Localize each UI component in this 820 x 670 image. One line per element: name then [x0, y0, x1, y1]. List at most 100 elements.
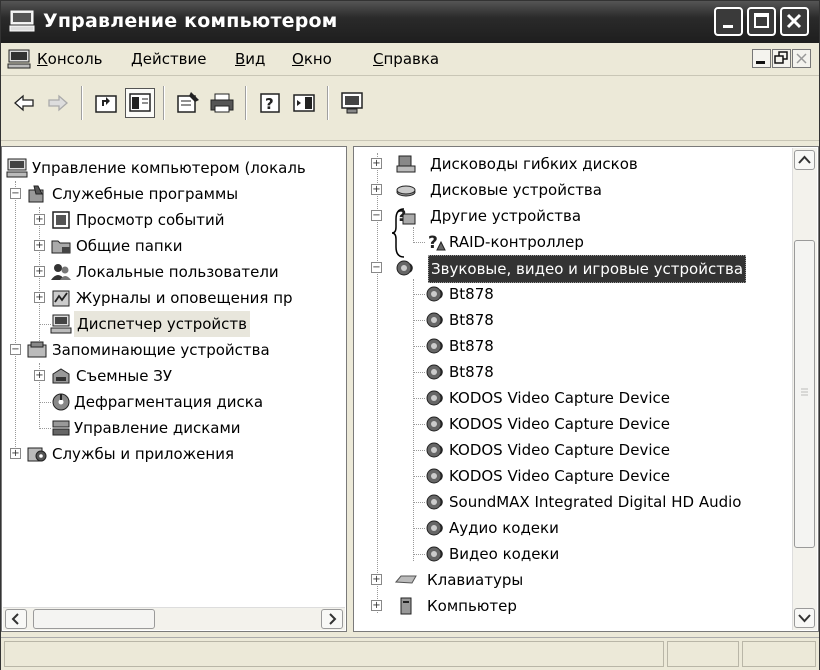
properties-icon	[177, 92, 199, 113]
scroll-down-button[interactable]	[794, 608, 815, 628]
toolbar-separator	[327, 86, 329, 120]
menu-action[interactable]: Действие	[131, 50, 207, 68]
arrow-down-icon	[798, 614, 811, 623]
left-horizontal-scrollbar[interactable]	[3, 607, 345, 630]
maximize-button[interactable]	[747, 7, 776, 36]
storage-icon	[27, 341, 47, 358]
expand-toggle[interactable]: +	[371, 158, 382, 169]
sound-icon	[426, 390, 443, 406]
arrow-right-icon	[329, 613, 337, 625]
scroll-left-button[interactable]	[5, 609, 27, 629]
svg-text:?: ?	[428, 233, 438, 252]
child-restore-button[interactable]	[772, 49, 791, 68]
sound-icon	[426, 468, 443, 484]
shared-folder-icon	[51, 240, 71, 254]
computer-icon	[6, 158, 28, 178]
right-vertical-scrollbar[interactable]	[792, 148, 817, 630]
minimize-icon	[723, 25, 733, 28]
child-close-button[interactable]	[792, 49, 811, 68]
scroll-up-button[interactable]	[794, 150, 815, 170]
forward-button[interactable]	[43, 88, 73, 118]
back-arrow-icon	[14, 94, 34, 112]
collapse-toggle[interactable]: −	[10, 344, 21, 355]
expand-toggle[interactable]: +	[371, 184, 382, 195]
help-icon: ?	[260, 93, 280, 113]
toolbar-separator	[245, 86, 247, 120]
close-button[interactable]	[780, 7, 809, 36]
monitor-icon	[341, 92, 363, 114]
properties-button[interactable]	[173, 88, 203, 118]
status-cell	[667, 641, 739, 667]
sound-icon	[426, 416, 443, 432]
back-button[interactable]	[9, 88, 39, 118]
sound-icon	[426, 312, 443, 328]
menu-bar: Консоль Действие Вид Окно Справка	[1, 43, 819, 76]
removable-storage-icon	[52, 368, 70, 384]
close-icon	[796, 53, 807, 64]
sound-icon	[426, 338, 443, 354]
expand-toggle[interactable]: +	[34, 266, 45, 277]
event-viewer-icon	[52, 211, 70, 229]
maximize-icon	[754, 13, 769, 28]
sound-icon	[426, 494, 443, 510]
expand-toggle[interactable]: +	[34, 292, 45, 303]
unknown-device-warning-icon: ?	[428, 233, 446, 252]
menu-help[interactable]: Справка	[373, 50, 439, 68]
grip-icon	[801, 388, 808, 396]
arrow-up-icon	[798, 155, 811, 164]
help-button[interactable]: ?	[255, 88, 285, 118]
floppy-icon	[396, 155, 416, 173]
application-window: Управление компьютером Консоль Действие …	[0, 0, 820, 670]
expand-toggle[interactable]: +	[34, 214, 45, 225]
close-icon	[786, 13, 802, 29]
action-pane-button[interactable]	[289, 88, 319, 118]
up-level-button[interactable]	[91, 88, 121, 118]
print-icon	[210, 93, 234, 113]
window-title: Управление компьютером	[43, 10, 338, 32]
show-hide-tree-button[interactable]	[125, 88, 155, 118]
expand-toggle[interactable]: +	[34, 240, 45, 251]
sound-icon	[426, 364, 443, 380]
menu-console[interactable]: Консоль	[37, 50, 103, 68]
computer-icon	[400, 597, 412, 615]
keyboard-icon	[395, 575, 417, 584]
services-icon	[27, 447, 47, 462]
logs-icon	[52, 290, 70, 307]
console-tree-pane[interactable]: Управление компьютером (локаль − Служебн…	[1, 146, 347, 632]
console-icon[interactable]	[7, 49, 31, 69]
disk-drive-icon	[396, 185, 416, 197]
expand-toggle[interactable]: +	[10, 448, 21, 459]
minimize-button[interactable]	[714, 7, 743, 36]
horizontal-scroll-thumb[interactable]	[33, 609, 155, 629]
restore-icon	[774, 51, 788, 64]
expand-toggle[interactable]: +	[371, 574, 382, 585]
expand-toggle[interactable]: +	[34, 370, 45, 381]
collapse-toggle[interactable]: −	[371, 210, 382, 221]
collapse-toggle[interactable]: −	[371, 262, 382, 273]
scan-hardware-button[interactable]	[337, 88, 367, 118]
collapse-toggle[interactable]: −	[10, 188, 21, 199]
details-pane[interactable]: + Дисководы гибких дисков + Дисковые уст…	[353, 146, 819, 632]
vertical-scroll-thumb[interactable]	[794, 240, 815, 548]
status-cell-main	[4, 641, 664, 667]
defrag-icon	[52, 393, 70, 411]
arrow-left-icon	[11, 613, 19, 625]
print-button[interactable]	[207, 88, 237, 118]
scroll-right-button[interactable]	[321, 609, 343, 629]
users-icon	[51, 264, 71, 280]
child-minimize-button[interactable]	[752, 49, 771, 68]
sound-icon	[426, 442, 443, 458]
menu-window[interactable]: Окно	[292, 50, 332, 68]
menu-view[interactable]: Вид	[235, 50, 265, 68]
expand-toggle[interactable]: +	[371, 600, 382, 611]
bracket-annotation	[391, 208, 405, 258]
title-bar[interactable]: Управление компьютером	[1, 1, 819, 43]
disk-management-icon	[52, 420, 70, 436]
computer-management-icon	[9, 10, 35, 32]
sound-icon	[426, 520, 443, 536]
toolbar-separator	[163, 86, 165, 120]
show-hide-tree-icon	[129, 93, 151, 112]
svg-text:?: ?	[265, 95, 274, 113]
minimize-icon	[756, 61, 765, 64]
up-folder-icon	[95, 95, 117, 113]
